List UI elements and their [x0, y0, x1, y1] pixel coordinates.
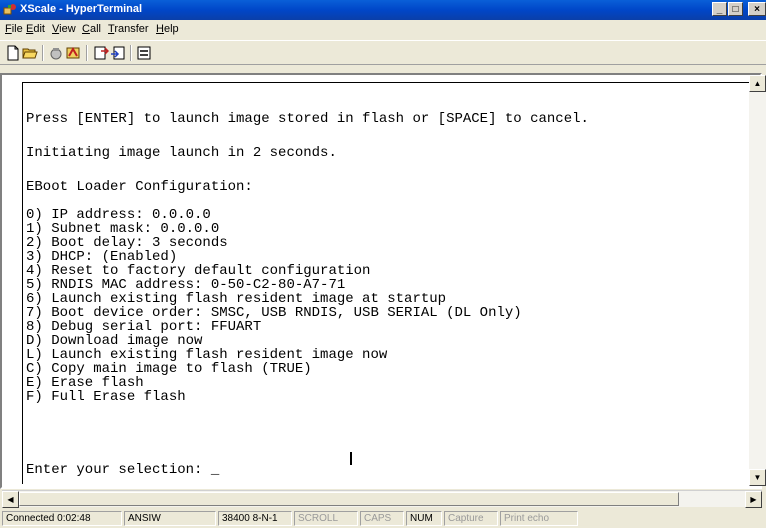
disconnect-icon[interactable] [48, 45, 64, 61]
menu-transfer[interactable]: Transfer [108, 23, 149, 35]
terminal-line: E) Erase flash [26, 375, 144, 391]
terminal-screen[interactable]: Press [ENTER] to launch image stored in … [22, 82, 751, 484]
properties-icon[interactable] [136, 45, 152, 61]
status-capture: Capture [444, 511, 498, 526]
toolbar-separator [86, 45, 88, 61]
minimize-button[interactable]: _ [712, 2, 727, 16]
menu-edit[interactable]: Edit [26, 23, 45, 35]
title-bar[interactable]: XScale - HyperTerminal _ □ × [0, 0, 766, 20]
new-icon[interactable] [5, 45, 21, 61]
scroll-down-button[interactable]: ▼ [749, 469, 766, 486]
receive-icon[interactable] [110, 45, 126, 61]
open-icon[interactable] [22, 45, 38, 61]
scroll-up-button[interactable]: ▲ [749, 75, 766, 92]
terminal-line: 7) Boot device order: SMSC, USB RNDIS, U… [26, 305, 522, 321]
terminal-prompt: Enter your selection: _ [26, 462, 220, 478]
status-port-settings: 38400 8-N-1 [218, 511, 292, 526]
terminal-line: F) Full Erase flash [26, 389, 186, 405]
status-caps: CAPS [360, 511, 404, 526]
toolbar-separator [42, 45, 44, 61]
terminal-line: L) Launch existing flash resident image … [26, 347, 388, 363]
terminal-line: Initiating image launch in 2 seconds. [26, 145, 337, 161]
status-scroll: SCROLL [294, 511, 358, 526]
terminal-line: 6) Launch existing flash resident image … [26, 291, 447, 307]
terminal-line: C) Copy main image to flash (TRUE) [26, 361, 312, 377]
status-print-echo: Print echo [500, 511, 578, 526]
terminal-line: EBoot Loader Configuration: [26, 179, 253, 195]
terminal-line: 4) Reset to factory default configuratio… [26, 263, 371, 279]
status-num: NUM [406, 511, 442, 526]
terminal-line: 5) RNDIS MAC address: 0-50-C2-80-A7-71 [26, 277, 346, 293]
window-title: XScale - HyperTerminal [20, 3, 143, 15]
status-connected: Connected 0:02:48 [2, 511, 122, 526]
menu-file[interactable]: File [5, 23, 23, 35]
status-emulation: ANSIW [124, 511, 216, 526]
hyperterminal-icon [3, 4, 16, 15]
text-cursor [350, 452, 352, 465]
horizontal-scroll-thumb[interactable] [19, 492, 679, 506]
terminal-line: Press [ENTER] to launch image stored in … [26, 111, 589, 127]
terminal-line: 2) Boot delay: 3 seconds [26, 235, 228, 251]
terminal-line: D) Download image now [26, 333, 203, 349]
scroll-left-button[interactable]: ◀ [2, 491, 19, 508]
maximize-button[interactable]: □ [728, 2, 743, 16]
send-icon[interactable] [93, 45, 109, 61]
menu-help[interactable]: Help [156, 23, 179, 35]
terminal-line: 8) Debug serial port: FFUART [26, 319, 262, 335]
terminal-line: 3) DHCP: (Enabled) [26, 249, 178, 265]
connect-icon[interactable] [65, 45, 81, 61]
close-button[interactable]: × [748, 2, 766, 16]
menu-view[interactable]: View [52, 23, 76, 35]
menu-call[interactable]: Call [82, 23, 101, 35]
terminal-line: 0) IP address: 0.0.0.0 [26, 207, 211, 223]
scroll-right-button[interactable]: ▶ [745, 491, 762, 508]
terminal-line: 1) Subnet mask: 0.0.0.0 [26, 221, 220, 237]
menu-bar: File Edit View Call Transfer Help [0, 20, 766, 39]
status-bar: Connected 0:02:48 ANSIW 38400 8-N-1 SCRO… [0, 509, 766, 528]
toolbar [0, 40, 766, 65]
horizontal-scrollbar[interactable]: ◀ ▶ [2, 490, 762, 508]
toolbar-separator [130, 45, 132, 61]
vertical-scrollbar[interactable]: ▲ ▼ [749, 75, 766, 486]
